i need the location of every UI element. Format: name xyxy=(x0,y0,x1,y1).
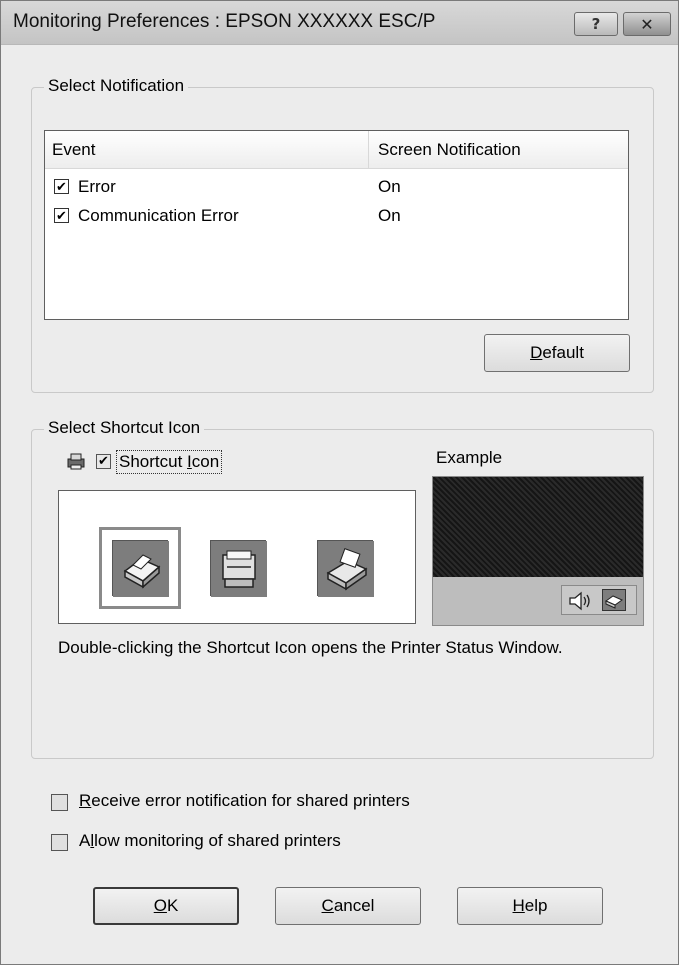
shortcut-description: Double-clicking the Shortcut Icon opens … xyxy=(58,638,563,657)
shortcut-icon-label[interactable]: Shortcut Icon xyxy=(116,450,223,474)
help-title-button[interactable]: ? xyxy=(574,12,618,36)
allow-monitoring-rest: low monitoring of shared printers xyxy=(94,831,341,850)
window-title: Monitoring Preferences : EPSON XXXXXX ES… xyxy=(13,11,436,32)
event-name: Error xyxy=(78,177,116,196)
list-item[interactable]: ✔ Error On xyxy=(45,175,628,201)
column-divider[interactable] xyxy=(368,131,369,169)
title-bar[interactable]: Monitoring Preferences : EPSON XXXXXX ES… xyxy=(1,1,678,45)
receive-error-mnemonic: R xyxy=(79,791,92,810)
notification-area xyxy=(561,585,637,615)
help-button[interactable]: Help xyxy=(457,887,603,925)
allow-monitoring-option[interactable]: Allow monitoring of shared printers xyxy=(51,831,551,853)
help-mnemonic: H xyxy=(512,896,525,915)
allow-monitoring-label: Allow monitoring of shared printers xyxy=(79,831,341,851)
notification-value: On xyxy=(378,177,401,196)
speaker-icon xyxy=(568,590,594,612)
example-desktop-area xyxy=(433,477,643,577)
event-name: Communication Error xyxy=(78,206,239,225)
small-printer-icon xyxy=(66,452,86,470)
default-button[interactable]: Default xyxy=(484,334,630,372)
notification-value: On xyxy=(378,206,401,225)
event-list-header: Event Screen Notification xyxy=(45,131,628,169)
printer-icon-3[interactable] xyxy=(317,540,374,597)
shortcut-label-prefix: Shortcut xyxy=(119,452,188,471)
help-label: elp xyxy=(524,896,548,915)
default-mnemonic: D xyxy=(530,343,543,362)
example-preview xyxy=(432,476,644,626)
tray-printer-icon xyxy=(602,589,626,611)
cancel-mnemonic: C xyxy=(321,896,334,915)
check-icon: ✔ xyxy=(56,208,67,223)
ok-label: K xyxy=(166,896,179,915)
default-label: efault xyxy=(542,343,584,362)
printer-icon-1[interactable] xyxy=(112,540,169,597)
icon-selection-box xyxy=(58,490,416,624)
dialog-window: Monitoring Preferences : EPSON XXXXXX ES… xyxy=(0,0,679,965)
cancel-label: ancel xyxy=(333,896,375,915)
select-shortcut-icon-group: Select Shortcut Icon ✔ Shortcut Icon Exa… xyxy=(31,418,654,759)
allow-monitoring-prefix: A xyxy=(79,831,91,850)
ok-button[interactable]: OK xyxy=(93,887,239,925)
check-icon: ✔ xyxy=(98,454,109,469)
select-notification-group: Select Notification Event Screen Notific… xyxy=(31,76,654,393)
select-notification-title: Select Notification xyxy=(44,76,189,96)
question-icon: ? xyxy=(591,15,601,33)
printer-icon-2[interactable] xyxy=(210,540,267,597)
receive-error-rest: eceive error notification for shared pri… xyxy=(91,791,410,810)
column-header-event[interactable]: Event xyxy=(52,140,95,160)
communication-error-checkbox[interactable]: ✔ xyxy=(54,208,69,223)
list-item[interactable]: ✔ Communication Error On xyxy=(45,204,628,230)
close-icon: ✕ xyxy=(640,14,654,34)
close-button[interactable]: ✕ xyxy=(623,12,671,36)
receive-error-checkbox[interactable] xyxy=(51,794,68,811)
check-icon: ✔ xyxy=(56,179,67,194)
event-list[interactable]: Event Screen Notification ✔ Error On ✔ C… xyxy=(44,130,629,320)
select-shortcut-icon-title: Select Shortcut Icon xyxy=(44,418,205,438)
error-checkbox[interactable]: ✔ xyxy=(54,179,69,194)
example-taskbar xyxy=(433,577,643,625)
receive-error-label: Receive error notification for shared pr… xyxy=(79,791,410,811)
receive-error-option[interactable]: Receive error notification for shared pr… xyxy=(51,791,551,813)
shortcut-label-rest: con xyxy=(191,452,220,471)
shortcut-icon-checkbox[interactable]: ✔ xyxy=(96,454,111,469)
allow-monitoring-checkbox[interactable] xyxy=(51,834,68,851)
ok-mnemonic: O xyxy=(153,896,167,915)
column-header-screen-notification[interactable]: Screen Notification xyxy=(378,140,521,160)
cancel-button[interactable]: Cancel xyxy=(275,887,421,925)
example-label: Example xyxy=(436,448,503,467)
